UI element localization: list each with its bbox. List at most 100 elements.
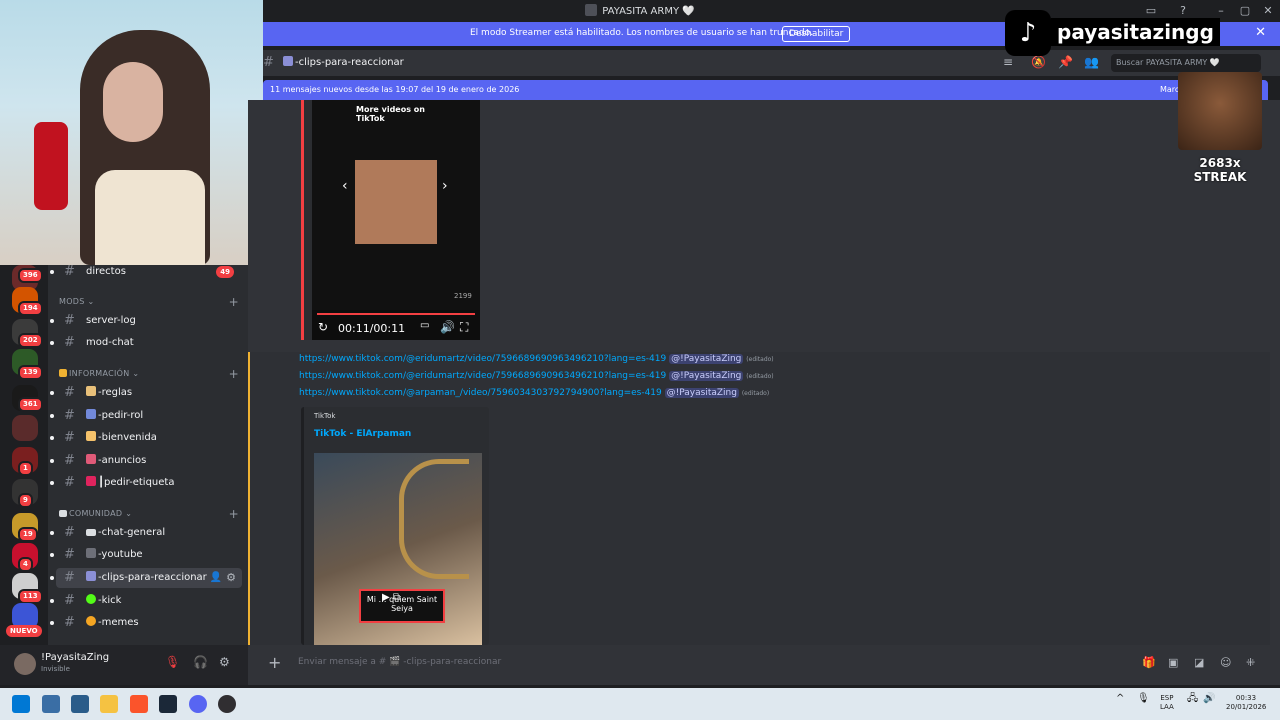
new-messages-bar[interactable]: 11 mensajes nuevos desde las 19:07 del 1… <box>263 80 1268 100</box>
unread-dot <box>50 391 54 395</box>
channel-name-wrap: -anuncios <box>86 451 146 471</box>
chevron-right-icon[interactable]: › <box>442 178 448 194</box>
channel-reglas[interactable]: # -reglas <box>50 383 242 403</box>
chevron-down-icon: ⌄ <box>87 297 95 306</box>
replay-icon[interactable]: ↻ <box>318 320 328 334</box>
gift-icon[interactable]: 🎁 <box>1142 656 1156 669</box>
embed-image[interactable]: Mi … quiem Saint Seiya ▶ ⧉ <box>314 453 482 645</box>
server-badge: 4 <box>18 557 33 572</box>
sticker-icon[interactable]: ◪ <box>1194 656 1204 669</box>
discord-icon[interactable] <box>189 695 207 713</box>
clock-date: 20/01/2026 <box>1226 703 1267 711</box>
tiktok-link[interactable]: https://www.tiktok.com/@eridumartz/video… <box>299 371 666 381</box>
invite-icon[interactable]: 👤 <box>210 568 222 588</box>
channel-name-wrap: -youtube <box>86 545 143 565</box>
play-icon[interactable]: ▶ ⧉ <box>382 592 414 606</box>
channel-server-log[interactable]: # server-log <box>50 311 242 331</box>
disable-streamer-button[interactable]: Deshabilitar <box>782 26 851 42</box>
bell-muted-icon[interactable]: 🔕 <box>1031 55 1046 69</box>
apps-icon[interactable]: ⁜ <box>1246 656 1255 669</box>
user-mention[interactable]: @!PayasitaZing <box>669 371 744 381</box>
channel-mod-chat[interactable]: # mod-chat <box>50 333 242 353</box>
threads-icon[interactable]: ≡ <box>1003 55 1013 69</box>
brave-browser-icon[interactable] <box>130 695 148 713</box>
channel-name-wrap: -bienvenida <box>86 428 157 448</box>
channel-label: -kick <box>98 595 122 606</box>
chevron-down-icon: ⌄ <box>132 369 140 378</box>
gif-icon[interactable]: ▣ <box>1168 656 1178 669</box>
new-badge[interactable]: NUEVO <box>6 625 42 637</box>
captions-icon[interactable]: ▭ <box>420 320 429 331</box>
video-progress-bar[interactable] <box>317 313 475 315</box>
close-window-button[interactable]: ✕ <box>1259 3 1277 19</box>
volume-icon[interactable]: 🔊 <box>440 320 455 334</box>
plus-icon[interactable]: + <box>268 653 281 672</box>
add-channel-icon[interactable]: + <box>229 367 239 381</box>
message-line: https://www.tiktok.com/@eridumartz/video… <box>299 354 774 364</box>
add-channel-icon[interactable]: + <box>229 507 239 521</box>
channel-name-wrap: ┃pedir-etiqueta <box>86 473 174 493</box>
category-informacion[interactable]: INFORMACIÓN ⌄ + <box>59 367 239 381</box>
edited-label: (editado) <box>741 390 770 397</box>
streamer-banner-message: El modo Streamer está habilitado. Los no… <box>470 28 813 38</box>
headphones-icon[interactable]: 🎧 <box>193 655 208 669</box>
language-indicator[interactable]: ESP LAA <box>1160 694 1174 712</box>
channel-clips-para-reaccionar[interactable]: # -clips-para-reaccionar 👤 ⚙ <box>50 568 242 588</box>
embed-title[interactable]: TikTok - ElArpaman <box>314 429 411 439</box>
network-icon[interactable]: 🖧 <box>1187 694 1198 704</box>
category-comunidad[interactable]: COMUNIDAD ⌄ + <box>59 507 239 521</box>
channel-chat-general[interactable]: # -chat-general <box>50 523 242 543</box>
channel-name-wrap: -chat-general <box>86 523 165 543</box>
channel-bienvenida[interactable]: # -bienvenida <box>50 428 242 448</box>
server-icon[interactable] <box>12 415 38 441</box>
task-view-icon[interactable] <box>42 695 60 713</box>
chevron-left-icon[interactable]: ‹ <box>342 178 348 194</box>
server-badge: 396 <box>18 268 43 283</box>
channel-kick[interactable]: # -kick <box>50 591 242 611</box>
video-embed[interactable]: More videos on TikTok ‹ › 2199 ↻ 00:11/0… <box>301 100 480 340</box>
members-icon[interactable]: 👥 <box>1084 55 1099 69</box>
video-thumbnail[interactable] <box>355 160 437 244</box>
gear-icon[interactable]: ⚙ <box>219 655 230 669</box>
volume-icon[interactable]: 🔊 <box>1203 694 1215 704</box>
channel-directos[interactable]: # directos 49 <box>50 265 242 282</box>
view-count: 2199 <box>454 292 472 300</box>
hash-icon: # <box>64 385 75 400</box>
microphone-icon[interactable]: 🎙 <box>1137 694 1150 704</box>
category-mods[interactable]: MODS ⌄ + <box>59 295 239 309</box>
channel-label: ┃pedir-etiqueta <box>98 477 175 488</box>
channel-youtube[interactable]: # -youtube <box>50 545 242 565</box>
close-icon[interactable]: ✕ <box>1255 25 1266 40</box>
channel-anuncios[interactable]: # -anuncios <box>50 451 242 471</box>
channel-memes[interactable]: # -memes <box>50 613 242 633</box>
server-badge: 194 <box>18 301 43 316</box>
user-mention[interactable]: @!PayasitaZing <box>669 354 744 364</box>
emoji-icon[interactable]: ☺ <box>1220 656 1231 669</box>
user-mention[interactable]: @!PayasitaZing <box>664 388 739 398</box>
pin-icon[interactable]: 📌 <box>1058 55 1073 69</box>
app-icon[interactable] <box>71 695 89 713</box>
chevron-up-icon[interactable]: ^ <box>1116 694 1124 704</box>
obs-icon[interactable] <box>218 695 236 713</box>
avatar[interactable] <box>14 653 36 675</box>
video-time: 00:11/00:11 <box>338 322 406 335</box>
add-channel-icon[interactable]: + <box>229 295 239 309</box>
channel-pedir-etiqueta[interactable]: # ┃pedir-etiqueta <box>50 473 242 493</box>
windows-start-icon[interactable] <box>12 695 30 713</box>
message-input[interactable]: Enviar mensaje a # 🎬 -clips-para-reaccio… <box>298 657 501 667</box>
mic-muted-icon[interactable]: 🎙 <box>165 655 180 669</box>
tiktok-link[interactable]: https://www.tiktok.com/@arpaman_/video/7… <box>299 388 662 398</box>
mention-badge: 49 <box>216 266 234 278</box>
search-input[interactable]: Buscar PAYASITA ARMY 🤍 <box>1111 54 1261 72</box>
channel-pedir-rol[interactable]: # -pedir-rol <box>50 406 242 426</box>
category-label: INFORMACIÓN <box>69 369 130 378</box>
channel-label: -anuncios <box>98 455 147 466</box>
gear-icon[interactable]: ⚙ <box>226 568 236 588</box>
steam-icon[interactable] <box>159 695 177 713</box>
username[interactable]: !PayasitaZing <box>41 652 109 663</box>
file-explorer-icon[interactable] <box>100 695 118 713</box>
tiktok-link[interactable]: https://www.tiktok.com/@eridumartz/video… <box>299 354 666 364</box>
fullscreen-icon[interactable]: ⛶ <box>460 320 468 335</box>
clock[interactable]: 00:33 20/01/2026 <box>1226 694 1266 712</box>
maximize-button[interactable]: ▢ <box>1236 3 1254 19</box>
